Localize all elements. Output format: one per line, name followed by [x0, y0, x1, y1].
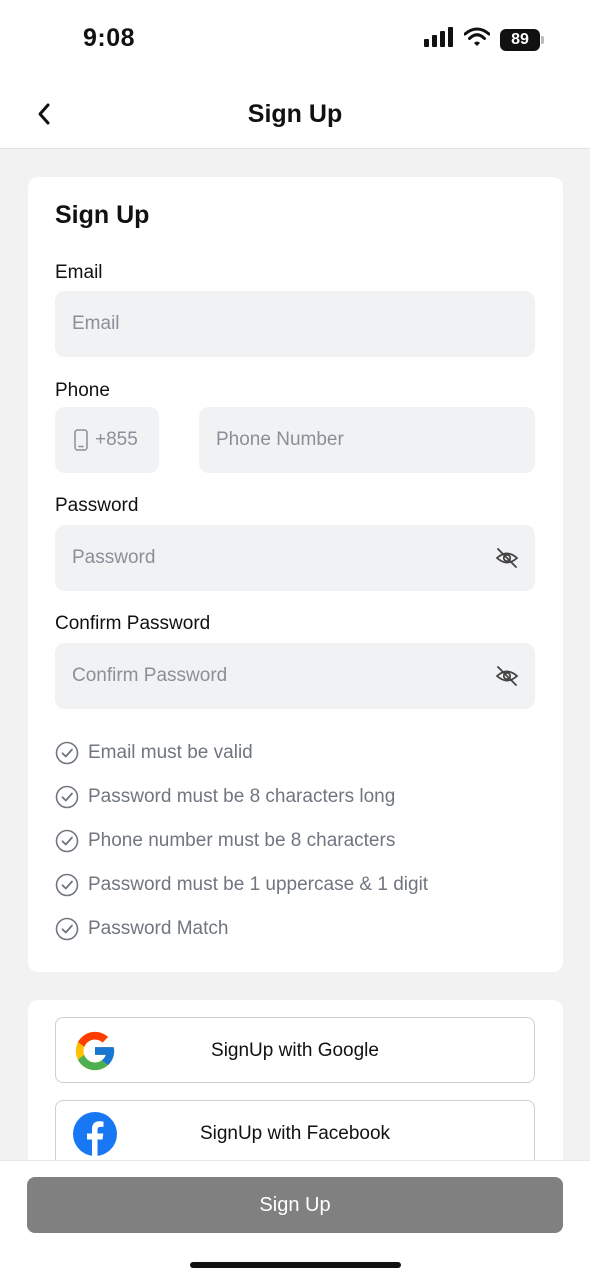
rule-text: Phone number must be 8 characters [88, 830, 396, 851]
rule-text: Password Match [88, 918, 229, 939]
home-indicator [190, 1262, 401, 1268]
bottom-bar: Sign Up [0, 1160, 590, 1280]
country-code-select[interactable]: +855 [55, 407, 159, 473]
password-label: Password [55, 495, 139, 516]
rule-item: Password must be 1 uppercase & 1 digit [55, 873, 428, 897]
eye-off-icon[interactable] [495, 546, 519, 575]
email-placeholder: Email [72, 313, 120, 334]
rule-text: Email must be valid [88, 742, 253, 763]
status-icons: 89 [424, 27, 544, 52]
wifi-icon [463, 27, 491, 52]
rule-item: Phone number must be 8 characters [55, 829, 395, 853]
rule-item: Password must be 8 characters long [55, 785, 395, 809]
check-circle-icon [55, 873, 79, 897]
phone-icon [74, 429, 88, 451]
check-circle-icon [55, 829, 79, 853]
confirm-password-label: Confirm Password [55, 613, 211, 634]
check-circle-icon [55, 917, 79, 941]
eye-off-icon[interactable] [495, 664, 519, 693]
email-label: Email [55, 262, 103, 283]
google-signup-button[interactable]: SignUp with Google [55, 1017, 535, 1083]
battery-icon: 89 [500, 28, 544, 51]
country-code: +855 [95, 429, 138, 450]
nav-bar: Sign Up [0, 80, 590, 149]
facebook-signup-button[interactable]: SignUp with Facebook [55, 1100, 535, 1166]
rule-text: Password must be 8 characters long [88, 786, 396, 807]
social-signup-card: SignUp with Google SignUp with Facebook [28, 1000, 563, 1180]
facebook-signup-label: SignUp with Facebook [199, 1123, 391, 1144]
email-field[interactable]: Email [55, 291, 535, 357]
signal-icon [424, 27, 454, 52]
rule-text: Password must be 1 uppercase & 1 digit [88, 874, 429, 895]
form-title: Sign Up [55, 201, 150, 229]
password-field[interactable]: Password [55, 525, 535, 591]
phone-placeholder: Phone Number [216, 429, 344, 450]
page-title: Sign Up [247, 100, 343, 128]
signup-form-card: Sign Up Email Email Phone +855 Phone Num… [28, 177, 563, 972]
confirm-password-field[interactable]: Confirm Password [55, 643, 535, 709]
phone-label: Phone [55, 380, 110, 401]
google-signup-label: SignUp with Google [211, 1040, 379, 1061]
sign-up-button[interactable]: Sign Up [27, 1177, 563, 1233]
status-bar: 9:08 89 [0, 0, 590, 80]
check-circle-icon [55, 741, 79, 765]
rule-item: Email must be valid [55, 741, 253, 765]
rule-item: Password Match [55, 917, 228, 941]
password-placeholder: Password [72, 547, 156, 568]
status-time: 9:08 [83, 24, 136, 52]
check-circle-icon [55, 785, 79, 809]
phone-number-field[interactable]: Phone Number [199, 407, 535, 473]
confirm-password-placeholder: Confirm Password [72, 665, 228, 686]
